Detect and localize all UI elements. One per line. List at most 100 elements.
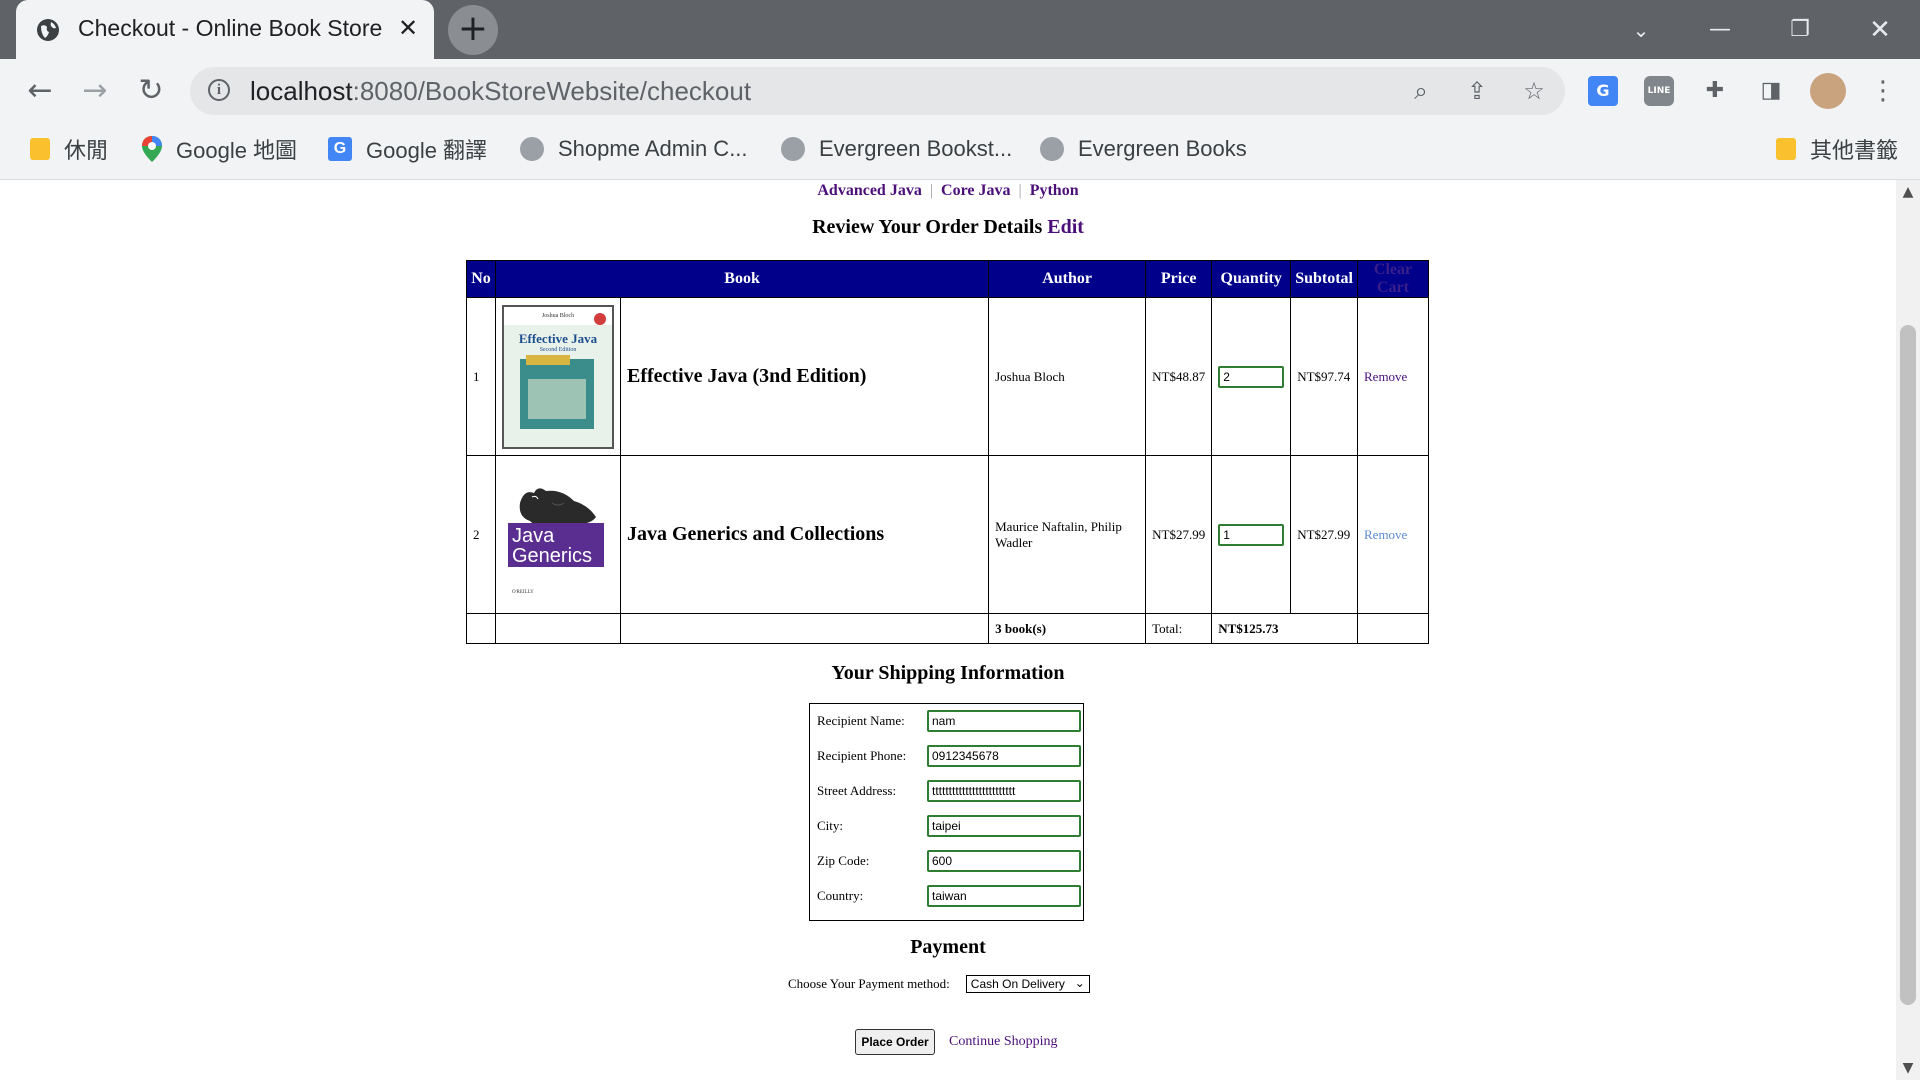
quantity-input[interactable]	[1218, 365, 1285, 388]
bookmark-other-folder[interactable]: 其他書籤	[1776, 134, 1898, 164]
close-window-icon[interactable]: ✕	[1860, 10, 1900, 50]
book-price: NT$48.87	[1145, 297, 1213, 456]
category-link-advanced-java[interactable]: Advanced Java	[817, 182, 921, 199]
minimize-icon[interactable]: —	[1700, 10, 1740, 50]
quantity-cell	[1211, 455, 1292, 614]
shipping-form: Recipient Name: Recipient Phone: Street …	[809, 703, 1084, 921]
remove-cell: Remove	[1357, 455, 1429, 614]
category-link-python[interactable]: Python	[1030, 182, 1079, 199]
street-address-input[interactable]	[927, 780, 1081, 802]
bookmark-evergreen-books[interactable]: Evergreen Books	[1040, 134, 1247, 164]
city-input[interactable]	[927, 815, 1081, 837]
edit-link[interactable]: Edit	[1047, 216, 1084, 238]
vertical-scrollbar[interactable]: ▲ ▼	[1896, 180, 1920, 1080]
zoom-icon[interactable]: ⌕	[1407, 77, 1435, 105]
payment-heading: Payment	[910, 936, 986, 958]
site-info-icon[interactable]: i	[208, 79, 230, 101]
separator: |	[1018, 182, 1022, 199]
profile-avatar[interactable]	[1810, 73, 1846, 109]
row-number: 1	[466, 297, 496, 456]
side-panel-icon[interactable]: ◨	[1756, 76, 1786, 106]
cover-title: Effective Java	[518, 330, 598, 346]
scrollbar-thumb[interactable]	[1900, 325, 1916, 1005]
table-row: 2 Java Generics O'REILLY Java Generics a…	[466, 455, 1429, 614]
restore-icon[interactable]: ❐	[1780, 10, 1820, 50]
continue-shopping-link[interactable]: Continue Shopping	[949, 1034, 1058, 1050]
remove-link[interactable]: Remove	[1364, 527, 1407, 542]
recipient-phone-input[interactable]	[927, 745, 1081, 767]
recipient-name-input[interactable]	[927, 710, 1081, 732]
field-label: Street Address:	[817, 783, 897, 798]
header-book: Book	[494, 260, 990, 298]
extensions-puzzle-icon[interactable]: ✚	[1700, 76, 1730, 106]
back-arrow-icon[interactable]: ←	[20, 71, 60, 111]
payment-selected: Cash On Delivery	[970, 977, 1065, 991]
url-path: :8080/BookStoreWebsite/checkout	[352, 76, 752, 106]
share-icon[interactable]: ⇪	[1463, 77, 1491, 105]
address-bar[interactable]: i localhost:8080/BookStoreWebsite/checko…	[190, 67, 1565, 115]
browser-tab-active[interactable]: Checkout - Online Book Store ✕	[16, 0, 434, 59]
book-cover-effective-java[interactable]: Joshua Bloch Effective Java Second Editi…	[502, 304, 614, 449]
globe-icon	[520, 137, 544, 161]
line-extension-icon[interactable]: LINE	[1644, 76, 1674, 106]
header-author: Author	[988, 260, 1147, 298]
remove-link[interactable]: Remove	[1364, 369, 1407, 384]
total-value: NT$125.73	[1211, 613, 1358, 644]
bookmark-label: Shopme Admin C...	[558, 136, 748, 161]
payment-method-select[interactable]: Cash On Delivery ⌄	[965, 975, 1090, 993]
bookmark-label: 休閒	[64, 138, 109, 163]
bookmark-google-translate[interactable]: G Google 翻譯	[328, 134, 487, 164]
maps-pin-icon	[142, 136, 162, 162]
menu-kebab-icon[interactable]: ⋮	[1868, 76, 1898, 106]
globe-icon	[1040, 137, 1064, 161]
url-text[interactable]: localhost:8080/BookStoreWebsite/checkout	[250, 76, 751, 107]
empty-cell	[1357, 613, 1429, 644]
category-links: Advanced Java | Core Java | Python	[0, 182, 1896, 200]
bookmark-label: Evergreen Books	[1078, 136, 1247, 161]
bookmark-google-maps[interactable]: Google 地圖	[142, 134, 297, 164]
bookmark-star-icon[interactable]: ☆	[1520, 77, 1548, 105]
field-label: Recipient Phone:	[817, 748, 907, 763]
quantity-input[interactable]	[1218, 523, 1285, 546]
tab-title: Checkout - Online Book Store	[78, 15, 383, 41]
forward-arrow-icon[interactable]: →	[75, 71, 115, 111]
globe-icon	[781, 137, 805, 161]
folder-icon	[30, 138, 50, 160]
clear-cart-link[interactable]: Clear Cart	[1357, 260, 1429, 298]
shipping-row-city: City:	[817, 814, 1081, 838]
quantity-cell	[1211, 297, 1292, 456]
chevron-down-icon: ⌄	[1074, 976, 1085, 990]
shipping-heading: Your Shipping Information	[831, 662, 1065, 684]
bookmark-shopme-admin[interactable]: Shopme Admin C...	[520, 134, 748, 164]
table-row: 1 Joshua Bloch Effective Java Second Edi…	[466, 297, 1429, 456]
book-subtotal: NT$97.74	[1290, 297, 1358, 456]
bookmark-evergreen-bookstore[interactable]: Evergreen Bookst...	[781, 134, 1012, 164]
scroll-up-icon[interactable]: ▲	[1896, 182, 1920, 202]
payment-row: Choose Your Payment method: Cash On Deli…	[788, 975, 1090, 993]
book-price: NT$27.99	[1145, 455, 1213, 614]
tab-search-icon[interactable]: ⌄	[1621, 10, 1661, 50]
country-input[interactable]	[927, 885, 1081, 907]
book-cover-java-generics[interactable]: Java Generics O'REILLY	[502, 464, 610, 605]
book-title[interactable]: Effective Java (3nd Edition)	[619, 297, 990, 456]
category-link-core-java[interactable]: Core Java	[941, 182, 1010, 199]
field-label: Zip Code:	[817, 853, 870, 868]
url-host: localhost	[250, 76, 353, 106]
shipping-row-street: Street Address:	[817, 779, 1081, 803]
book-title[interactable]: Java Generics and Collections	[619, 455, 990, 614]
book-cover-cell: Java Generics O'REILLY	[495, 455, 621, 614]
separator: |	[929, 182, 934, 199]
new-tab-button[interactable]: +	[448, 5, 498, 55]
review-title: Review Your Order Details	[812, 216, 1043, 238]
reload-icon[interactable]: ↻	[131, 71, 171, 111]
bookmark-folder-leisure[interactable]: 休閒	[30, 134, 108, 164]
scroll-down-icon[interactable]: ▼	[1896, 1058, 1920, 1078]
cart-table: No Book Author Price Quantity Subtotal C…	[466, 260, 1429, 644]
place-order-button[interactable]: Place Order	[855, 1029, 935, 1055]
google-translate-extension-icon[interactable]: G	[1588, 76, 1618, 106]
zip-code-input[interactable]	[927, 850, 1081, 872]
close-tab-icon[interactable]: ✕	[394, 14, 422, 42]
cover-badge	[594, 312, 606, 325]
shipping-row-phone: Recipient Phone:	[817, 744, 1081, 768]
globe-icon	[37, 19, 59, 41]
